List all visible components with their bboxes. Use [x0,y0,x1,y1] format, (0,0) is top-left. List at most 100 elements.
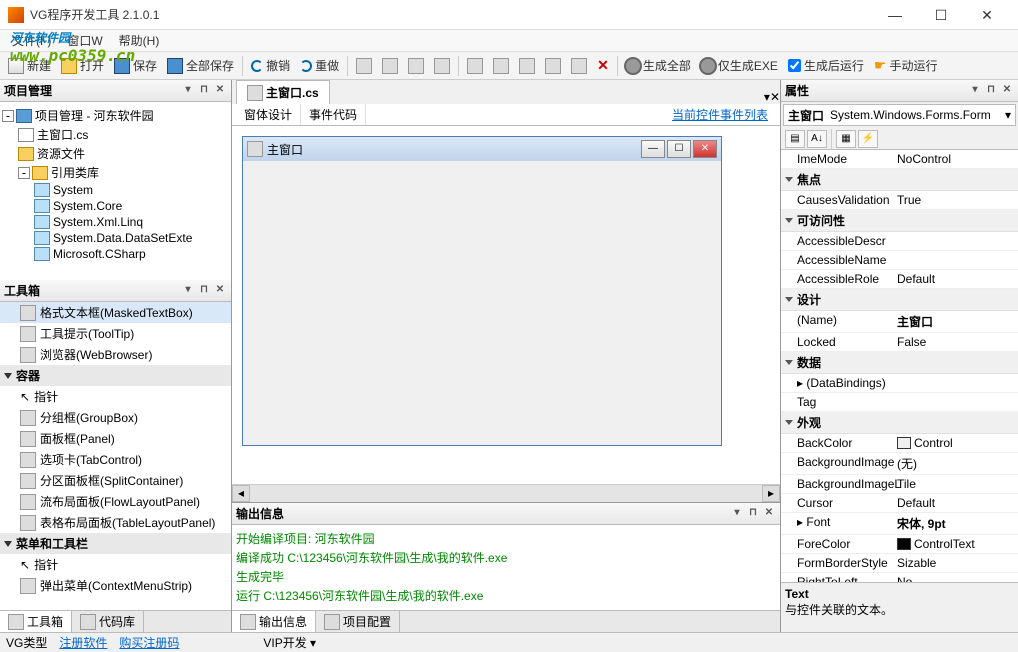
runafter-button[interactable]: 生成后运行 [784,54,868,78]
toolbox-item-tablelayout[interactable]: 表格布局面板(TableLayoutPanel) [0,512,231,533]
tree-ref-item[interactable]: System.Data.DataSetExte [2,230,229,246]
redo-button[interactable]: 重做 [296,54,343,78]
prop-row[interactable]: BackgroundImageLTile [781,475,1018,494]
panel-dropdown-icon[interactable]: ▾ [968,84,982,98]
panel-pin-icon[interactable]: ⊓ [197,84,211,98]
delete-button[interactable]: ✕ [593,54,613,78]
panel-pin-icon[interactable]: ⊓ [984,84,998,98]
subtab-design[interactable]: 窗体设计 [236,104,301,125]
new-button[interactable]: 新建 [4,54,55,78]
toolbox-item-splitcontainer[interactable]: 分区面板框(SplitContainer) [0,470,231,491]
buildall-button[interactable]: 生成全部 [622,54,695,78]
tree-references[interactable]: -引用类库 [2,163,229,182]
toolbox-item-maskedtextbox[interactable]: 格式文本框(MaskedTextBox) [0,302,231,323]
panel-pin-icon[interactable]: ⊓ [197,284,211,298]
prop-object-selector[interactable]: 主窗口 System.Windows.Forms.Form ▾ [783,104,1016,126]
tree-ref-item[interactable]: Microsoft.CSharp [2,246,229,262]
align-btn-3[interactable] [404,54,428,78]
form-preview[interactable]: 主窗口 — ☐ ✕ [242,136,722,446]
tree-root[interactable]: -项目管理 - 河东软件园 [2,106,229,125]
tab-toolbox[interactable]: 工具箱 [0,611,72,632]
toolbox-item-tooltip[interactable]: 工具提示(ToolTip) [0,323,231,344]
align-btn-6[interactable] [489,54,513,78]
prop-category[interactable]: 可访问性 [781,210,1018,232]
toolbox-item-webbrowser[interactable]: 浏览器(WebBrowser) [0,344,231,365]
saveall-button[interactable]: 全部保存 [163,54,238,78]
undo-button[interactable]: 撤销 [247,54,294,78]
prop-category[interactable]: 外观 [781,412,1018,434]
prop-row[interactable]: ▸ (DataBindings) [781,374,1018,393]
designer-surface[interactable]: 主窗口 — ☐ ✕ [232,126,780,484]
status-register-link[interactable]: 注册软件 [59,634,107,651]
prop-row[interactable]: AccessibleRoleDefault [781,270,1018,289]
align-btn-5[interactable] [463,54,487,78]
status-vipdev[interactable]: VIP开发 ▾ [263,634,316,651]
align-btn-8[interactable] [541,54,565,78]
maximize-button[interactable]: ☐ [918,0,964,30]
toolbox-item-groupbox[interactable]: 分组框(GroupBox) [0,407,231,428]
open-button[interactable]: 打开 [57,54,108,78]
property-grid[interactable]: ImeModeNoControl焦点CausesValidationTrue可访… [781,150,1018,582]
status-buycode-link[interactable]: 购买注册码 [119,634,179,651]
align-btn-7[interactable] [515,54,539,78]
prop-row[interactable]: RightToLeftNo [781,573,1018,582]
tree-resources[interactable]: 资源文件 [2,144,229,163]
tab-config[interactable]: 项目配置 [316,611,400,632]
tree-mainform[interactable]: 主窗口.cs [2,125,229,144]
doc-close-icon[interactable]: ✕ [770,90,780,104]
menu-help[interactable]: 帮助(H) [111,30,168,51]
prop-alpha-button[interactable]: A↓ [807,130,827,148]
tree-ref-item[interactable]: System.Core [2,198,229,214]
tree-ref-item[interactable]: System.Xml.Linq [2,214,229,230]
align-btn-9[interactable] [567,54,591,78]
align-btn-2[interactable] [378,54,402,78]
menu-window[interactable]: 窗口W [59,30,110,51]
toolbox-item-tabcontrol[interactable]: 选项卡(TabControl) [0,449,231,470]
close-button[interactable]: ✕ [964,0,1010,30]
toolbox-item-flowlayout[interactable]: 流布局面板(FlowLayoutPanel) [0,491,231,512]
prop-category[interactable]: 设计 [781,289,1018,311]
prop-row[interactable]: ▸ Font宋体, 9pt [781,513,1018,535]
h-scrollbar[interactable]: ◂ ▸ [232,484,780,502]
tab-codelib[interactable]: 代码库 [72,611,144,632]
prop-categorized-button[interactable]: ▤ [785,130,805,148]
panel-dropdown-icon[interactable]: ▾ [181,84,195,98]
doc-tab-mainform[interactable]: 主窗口.cs [236,80,330,104]
prop-row[interactable]: CausesValidationTrue [781,191,1018,210]
menu-file[interactable]: 文件(F) [4,30,59,51]
panel-pin-icon[interactable]: ⊓ [746,507,760,521]
prop-row[interactable]: ForeColorControlText [781,535,1018,554]
prop-events-button[interactable]: ⚡ [858,130,878,148]
toolbox-item-pointer2[interactable]: ↖指针 [0,554,231,575]
panel-dropdown-icon[interactable]: ▾ [730,507,744,521]
runafter-checkbox[interactable] [788,59,801,72]
prop-row[interactable]: CursorDefault [781,494,1018,513]
prop-category[interactable]: 数据 [781,352,1018,374]
prop-category[interactable]: 焦点 [781,169,1018,191]
toolbox-item-panel[interactable]: 面板框(Panel) [0,428,231,449]
prop-row[interactable]: ImeModeNoControl [781,150,1018,169]
panel-close-icon[interactable]: ✕ [213,284,227,298]
panel-close-icon[interactable]: ✕ [213,84,227,98]
prop-row[interactable]: AccessibleName [781,251,1018,270]
panel-close-icon[interactable]: ✕ [762,507,776,521]
align-btn-1[interactable] [352,54,376,78]
prop-row[interactable]: LockedFalse [781,333,1018,352]
scroll-right-icon[interactable]: ▸ [762,485,780,502]
toolbox-item-contextmenu[interactable]: 弹出菜单(ContextMenuStrip) [0,575,231,596]
toolbox-category-container[interactable]: 容器 [0,365,231,386]
prop-row[interactable]: BackgroundImage(无) [781,453,1018,475]
prop-row[interactable]: FormBorderStyleSizable [781,554,1018,573]
align-btn-4[interactable] [430,54,454,78]
prop-row[interactable]: BackColorControl [781,434,1018,453]
tab-output[interactable]: 输出信息 [232,611,316,632]
prop-row[interactable]: AccessibleDescr [781,232,1018,251]
panel-close-icon[interactable]: ✕ [1000,84,1014,98]
panel-dropdown-icon[interactable]: ▾ [181,284,195,298]
scroll-left-icon[interactable]: ◂ [232,485,250,502]
minimize-button[interactable]: — [872,0,918,30]
prop-row[interactable]: (Name)主窗口 [781,311,1018,333]
prop-row[interactable]: Tag [781,393,1018,412]
subtab-code[interactable]: 事件代码 [301,104,366,125]
toolbox-category-menu[interactable]: 菜单和工具栏 [0,533,231,554]
